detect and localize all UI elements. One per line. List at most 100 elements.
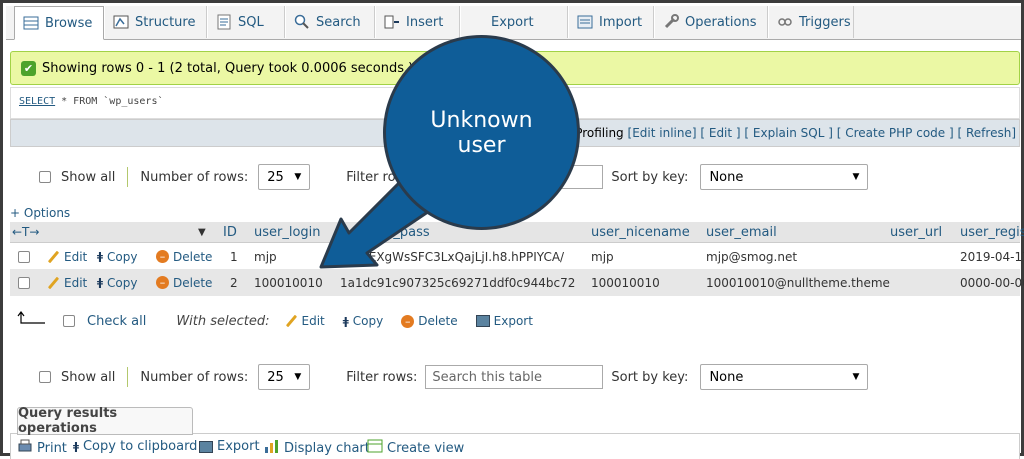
chevron-down-icon: ▼ bbox=[294, 372, 302, 382]
sql-keyword[interactable]: SELECT bbox=[19, 96, 55, 107]
navigation-row-bottom: Show all Number of rows: 25 ▼ Filter rows… bbox=[33, 363, 869, 391]
cell-user-nicename[interactable]: mjp bbox=[591, 243, 614, 270]
filter-rows-label: Filter rows: bbox=[346, 369, 418, 385]
column-user-email[interactable]: user_email bbox=[706, 222, 777, 242]
delete-label: Delete bbox=[173, 249, 213, 264]
pencil-icon bbox=[46, 276, 60, 290]
bulk-edit-button[interactable]: Edit bbox=[284, 314, 325, 328]
create-view-label: Create view bbox=[387, 440, 465, 456]
edit-link[interactable]: [ Edit ] bbox=[700, 126, 740, 140]
pencil-icon bbox=[46, 250, 60, 264]
bulk-actions-row: Check all With selected: Edit ǂ Copy – Del… bbox=[17, 307, 533, 335]
message-text: Showing rows 0 - 1 (2 total, Query took … bbox=[42, 60, 414, 76]
tab-export[interactable]: Export bbox=[460, 6, 568, 38]
edit-button[interactable]: Edit bbox=[46, 243, 87, 270]
number-of-rows-label: Number of rows: bbox=[140, 369, 249, 385]
delete-icon: – bbox=[156, 250, 169, 263]
tab-search[interactable]: Search bbox=[285, 6, 375, 38]
bulk-copy-button[interactable]: ǂ Copy bbox=[343, 314, 383, 328]
sort-arrows-icon[interactable]: ←T→ bbox=[12, 222, 39, 242]
search-icon bbox=[294, 14, 310, 30]
rows-select[interactable]: 25 ▼ bbox=[258, 364, 311, 390]
chevron-down-icon: ▼ bbox=[852, 372, 860, 382]
cell-user-registered[interactable]: 0000-00-00 bbox=[960, 269, 1024, 296]
sort-by-key-label: Sort by key: bbox=[611, 169, 689, 185]
callout-line-2: user bbox=[457, 132, 506, 158]
cell-user-email[interactable]: mjp@smog.net bbox=[706, 243, 797, 270]
show-all-label: Show all bbox=[61, 169, 116, 185]
rows-value: 25 bbox=[267, 369, 284, 385]
export-icon bbox=[469, 14, 485, 30]
check-all-label[interactable]: Check all bbox=[87, 314, 146, 329]
edit-button[interactable]: Edit bbox=[46, 269, 87, 296]
delete-button[interactable]: – Delete bbox=[156, 243, 212, 270]
show-all-label: Show all bbox=[61, 369, 116, 385]
callout-line-1: Unknown bbox=[430, 107, 533, 133]
sort-value: None bbox=[709, 169, 744, 185]
copy-button[interactable]: ǂ Copy bbox=[97, 243, 137, 270]
copy-icon: ǂ bbox=[342, 314, 349, 328]
cell-id[interactable]: 1 bbox=[230, 243, 238, 270]
cell-id[interactable]: 2 bbox=[230, 269, 238, 296]
display-chart-label: Display chart bbox=[284, 440, 370, 456]
bulk-edit-label: Edit bbox=[301, 314, 325, 328]
cell-user-registered[interactable]: 2019-04-17 bbox=[960, 243, 1024, 270]
column-user-nicename[interactable]: user_nicename bbox=[591, 222, 690, 242]
explain-sql-link[interactable]: [ Explain SQL ] bbox=[744, 126, 832, 140]
show-all-checkbox[interactable] bbox=[39, 171, 51, 183]
column-id[interactable]: ID bbox=[223, 222, 237, 242]
copy-label: Copy bbox=[106, 249, 138, 264]
table-row: Edit ǂ Copy – Delete 1 mjp $P$BEXgWsSFC3Lx… bbox=[10, 243, 1024, 270]
cell-user-nicename[interactable]: 100010010 bbox=[591, 269, 660, 296]
wrench-icon bbox=[663, 14, 679, 30]
cell-user-email[interactable]: 100010010@nulltheme.theme bbox=[706, 269, 890, 296]
filter-placeholder: Search this table bbox=[432, 369, 542, 385]
query-results-operations-title: Query results operations bbox=[17, 406, 193, 436]
column-user-url[interactable]: user_url bbox=[890, 222, 942, 242]
delete-button[interactable]: – Delete bbox=[156, 269, 212, 296]
copy-icon: ǂ bbox=[97, 250, 103, 263]
tab-insert[interactable]: Insert bbox=[375, 6, 460, 38]
copy-to-clipboard-label: Copy to clipboard bbox=[82, 439, 198, 454]
insert-icon bbox=[384, 14, 400, 30]
copy-to-clipboard-link[interactable]: ǂ Copy to clipboard bbox=[73, 439, 197, 454]
tab-operations[interactable]: Operations bbox=[654, 6, 768, 38]
tab-label: Browse bbox=[45, 15, 93, 31]
create-view-link[interactable]: Create view bbox=[367, 439, 464, 457]
profiling-checkbox-label[interactable]: Profiling bbox=[575, 126, 624, 140]
sort-value: None bbox=[709, 369, 744, 385]
check-all-checkbox[interactable] bbox=[63, 315, 75, 327]
display-chart-link[interactable]: Display chart bbox=[264, 439, 370, 457]
chevron-down-icon: ▼ bbox=[852, 172, 860, 182]
refresh-link[interactable]: [ Refresh] bbox=[958, 126, 1017, 140]
bulk-delete-button[interactable]: – Delete bbox=[401, 314, 458, 328]
browse-icon bbox=[23, 15, 39, 31]
tab-label: Export bbox=[491, 14, 534, 30]
tab-sql[interactable]: SQL bbox=[207, 6, 285, 38]
copy-icon: ǂ bbox=[73, 440, 79, 453]
tab-label: Import bbox=[599, 14, 643, 30]
row-checkbox[interactable] bbox=[18, 250, 30, 263]
create-php-link[interactable]: [ Create PHP code ] bbox=[837, 126, 954, 140]
tab-browse[interactable]: Browse bbox=[14, 6, 104, 40]
export-icon bbox=[199, 440, 213, 453]
show-all-checkbox[interactable] bbox=[39, 371, 51, 383]
tab-triggers[interactable]: Triggers bbox=[768, 6, 854, 38]
tab-structure[interactable]: Structure bbox=[104, 6, 207, 38]
filter-input[interactable]: Search this table bbox=[425, 365, 604, 389]
print-link[interactable]: Print bbox=[17, 439, 67, 457]
row-checkbox[interactable] bbox=[18, 276, 30, 289]
edit-inline-link[interactable]: [Edit inline] bbox=[628, 126, 697, 140]
sort-select[interactable]: None ▼ bbox=[700, 364, 869, 390]
tab-label: Search bbox=[316, 14, 361, 30]
bulk-export-button[interactable]: Export bbox=[475, 314, 533, 328]
cell-user-login[interactable]: mjp bbox=[254, 243, 277, 270]
options-link[interactable]: + Options bbox=[10, 206, 70, 220]
chevron-down-icon[interactable]: ▼ bbox=[198, 222, 206, 242]
tab-import[interactable]: Import bbox=[568, 6, 654, 38]
copy-button[interactable]: ǂ Copy bbox=[97, 269, 137, 296]
export-link[interactable]: Export bbox=[199, 439, 260, 454]
sort-select[interactable]: None ▼ bbox=[700, 164, 869, 190]
sql-text: * FROM `wp_users` bbox=[55, 96, 164, 107]
column-user-registered[interactable]: user_regis bbox=[960, 222, 1024, 242]
